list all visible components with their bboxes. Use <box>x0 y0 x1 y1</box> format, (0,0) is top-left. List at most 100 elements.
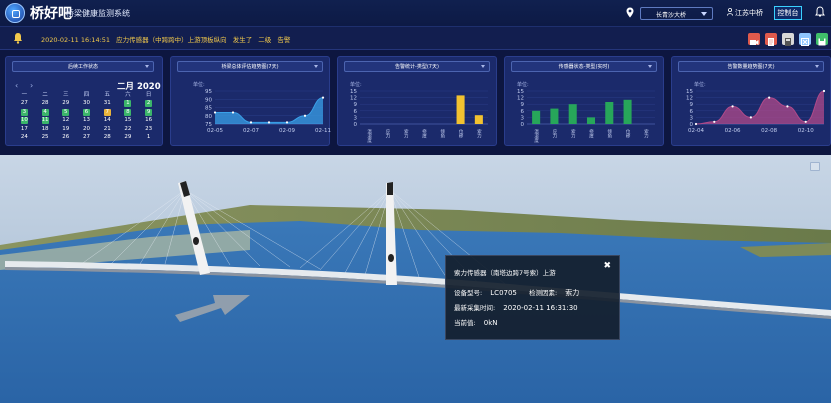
y-tick-label: 9 <box>354 102 358 108</box>
notification-bell-icon[interactable] <box>815 6 825 18</box>
calendar-day[interactable]: 6 <box>76 108 97 116</box>
popup-time-label: 最新采集时间: <box>454 304 496 312</box>
calendar-day[interactable]: 25 <box>35 133 56 141</box>
app-logo <box>5 3 25 23</box>
weekday-label: 一 <box>21 92 28 98</box>
y-tick-label: 15 <box>350 89 357 95</box>
calendar-day[interactable]: 9 <box>138 108 159 116</box>
prev-month-icon[interactable]: ‹ <box>15 81 18 90</box>
top-header: 桥好吧 桥梁健康监测系统 长青沙大桥 江苏中桥 控制台 <box>0 0 831 27</box>
calendar-day-number: 11 <box>41 117 49 125</box>
bar[interactable] <box>550 108 559 124</box>
control-panel-button[interactable]: 控制台 <box>774 6 802 20</box>
calculator-icon[interactable] <box>782 33 794 46</box>
calendar-day[interactable]: 30 <box>76 99 97 107</box>
calendar-day-number: 31 <box>103 100 111 107</box>
weekday-label: 日 <box>145 92 152 98</box>
calendar-day[interactable]: 7 <box>97 108 118 116</box>
popup-current-value: 0kN <box>483 319 498 327</box>
user-name[interactable]: 江苏中桥 <box>735 8 763 18</box>
calendar-day-number: 8 <box>124 108 132 116</box>
calendar-day[interactable]: 13 <box>76 116 97 124</box>
save-icon[interactable] <box>816 33 828 46</box>
trend-chart-select[interactable]: 桥梁总体评估趋势图(7天) <box>177 61 323 72</box>
calendar-day[interactable]: 29 <box>118 133 139 141</box>
bar[interactable] <box>605 102 614 124</box>
calendar-day[interactable]: 8 <box>118 108 139 116</box>
calendar-day[interactable]: 2 <box>138 99 159 108</box>
calendar-day[interactable]: 22 <box>118 125 139 133</box>
bar[interactable] <box>623 99 632 124</box>
data-point <box>694 122 698 126</box>
calendar-day-number: 5 <box>62 108 70 116</box>
calendar-day[interactable]: 24 <box>14 133 35 141</box>
data-point <box>768 96 771 99</box>
alert-message[interactable]: 2020-02-11 16:14:51 应力传感器（中跨跨中）上游顶板纵向 发生… <box>41 34 294 44</box>
y-tick-label: 15 <box>686 89 693 95</box>
sensor-chart-panel: 传感器状态-类型(实时) 单位: 0 3 6 9 12 15 温湿度 应力 索力 挠度 倾角 位移 索力 <box>504 56 664 146</box>
calendar-day[interactable]: 27 <box>14 99 35 107</box>
calendar-day-number: 29 <box>124 133 132 140</box>
calendar-day[interactable]: 27 <box>76 133 97 141</box>
bar[interactable] <box>532 110 541 124</box>
popup-param-label: 检测因素: <box>528 289 558 297</box>
alarm-type-chart: 03691215 温湿度 应力 索力 挠度 倾角 位移 索力 <box>350 89 488 144</box>
calendar-day[interactable]: 28 <box>35 99 56 107</box>
calendar-day-number: 24 <box>20 133 28 140</box>
calendar-day[interactable]: 3 <box>14 108 35 116</box>
calendar-day[interactable]: 17 <box>14 125 35 133</box>
bridge-3d-view[interactable] <box>0 155 831 403</box>
alarm-trend-select[interactable]: 告警数量趋势图(7天) <box>678 61 824 72</box>
y-tick-label: 6 <box>354 109 358 115</box>
x-tick-label: 02-05 <box>207 128 223 134</box>
camera-icon[interactable] <box>748 33 760 45</box>
document-icon[interactable] <box>765 33 777 46</box>
x-tick-label: 温湿度 <box>367 128 372 144</box>
sensor-status-chart: 03691215 温湿度 应力 索力 挠度 倾角 位移 索力 <box>517 89 655 144</box>
calendar-day[interactable]: 29 <box>55 99 76 107</box>
calendar-day[interactable]: 19 <box>55 125 76 133</box>
calendar-day[interactable]: 16 <box>138 116 159 124</box>
bar[interactable] <box>474 115 483 124</box>
calendar-day[interactable]: 21 <box>97 125 118 133</box>
user-icon <box>727 8 733 16</box>
bar[interactable] <box>568 104 577 124</box>
popup-current-label: 当前值: <box>454 319 476 327</box>
calendar-day[interactable]: 14 <box>97 116 118 124</box>
calendar-day[interactable]: 18 <box>35 125 56 133</box>
y-tick-label: 12 <box>350 96 357 102</box>
calendar-day-number: 30 <box>82 100 90 107</box>
calendar-day-number: 7 <box>103 108 111 116</box>
calendar-day[interactable]: 5 <box>55 108 76 116</box>
calendar-day[interactable]: 10 <box>14 116 35 125</box>
calendar-day[interactable]: 20 <box>76 125 97 133</box>
calendar-day-number: 10 <box>20 117 28 125</box>
x-tick-label: 02-08 <box>761 128 777 134</box>
calendar-day[interactable]: 28 <box>97 133 118 141</box>
alert-datetime: 2020-02-11 16:14:51 <box>41 36 111 44</box>
calendar-day[interactable]: 15 <box>118 116 139 124</box>
calendar-day[interactable]: 1 <box>138 133 159 141</box>
calendar-day[interactable]: 4 <box>35 108 56 116</box>
y-tick-label: 0 <box>354 122 358 128</box>
close-box-icon[interactable] <box>799 33 811 46</box>
weekday-label: 三 <box>63 92 69 98</box>
calendar-day[interactable]: 11 <box>35 116 56 125</box>
scene-layer-icon[interactable] <box>810 162 820 171</box>
calendar-day[interactable]: 23 <box>138 125 159 133</box>
app-subtitle: 桥梁健康监测系统 <box>66 9 130 18</box>
alarm-chart-select[interactable]: 告警统计-类型(7天) <box>344 61 490 72</box>
calendar-day[interactable]: 31 <box>97 99 118 107</box>
calendar-day[interactable]: 1 <box>118 99 139 108</box>
next-month-icon[interactable]: › <box>30 81 33 90</box>
close-icon[interactable]: ✖ <box>603 261 611 271</box>
calendar-day[interactable]: 12 <box>55 116 76 124</box>
x-tick-label: 倾角 <box>607 128 612 140</box>
bar[interactable] <box>586 117 596 124</box>
sensor-chart-select[interactable]: 传感器状态-类型(实时) <box>511 61 657 72</box>
bridge-select[interactable]: 长青沙大桥 <box>640 7 713 20</box>
calendar-panel-select[interactable]: 后续工作状态 <box>12 61 154 72</box>
calendar-day[interactable]: 26 <box>55 133 76 141</box>
bar[interactable] <box>456 95 465 124</box>
weekday-label: 六 <box>125 92 131 98</box>
